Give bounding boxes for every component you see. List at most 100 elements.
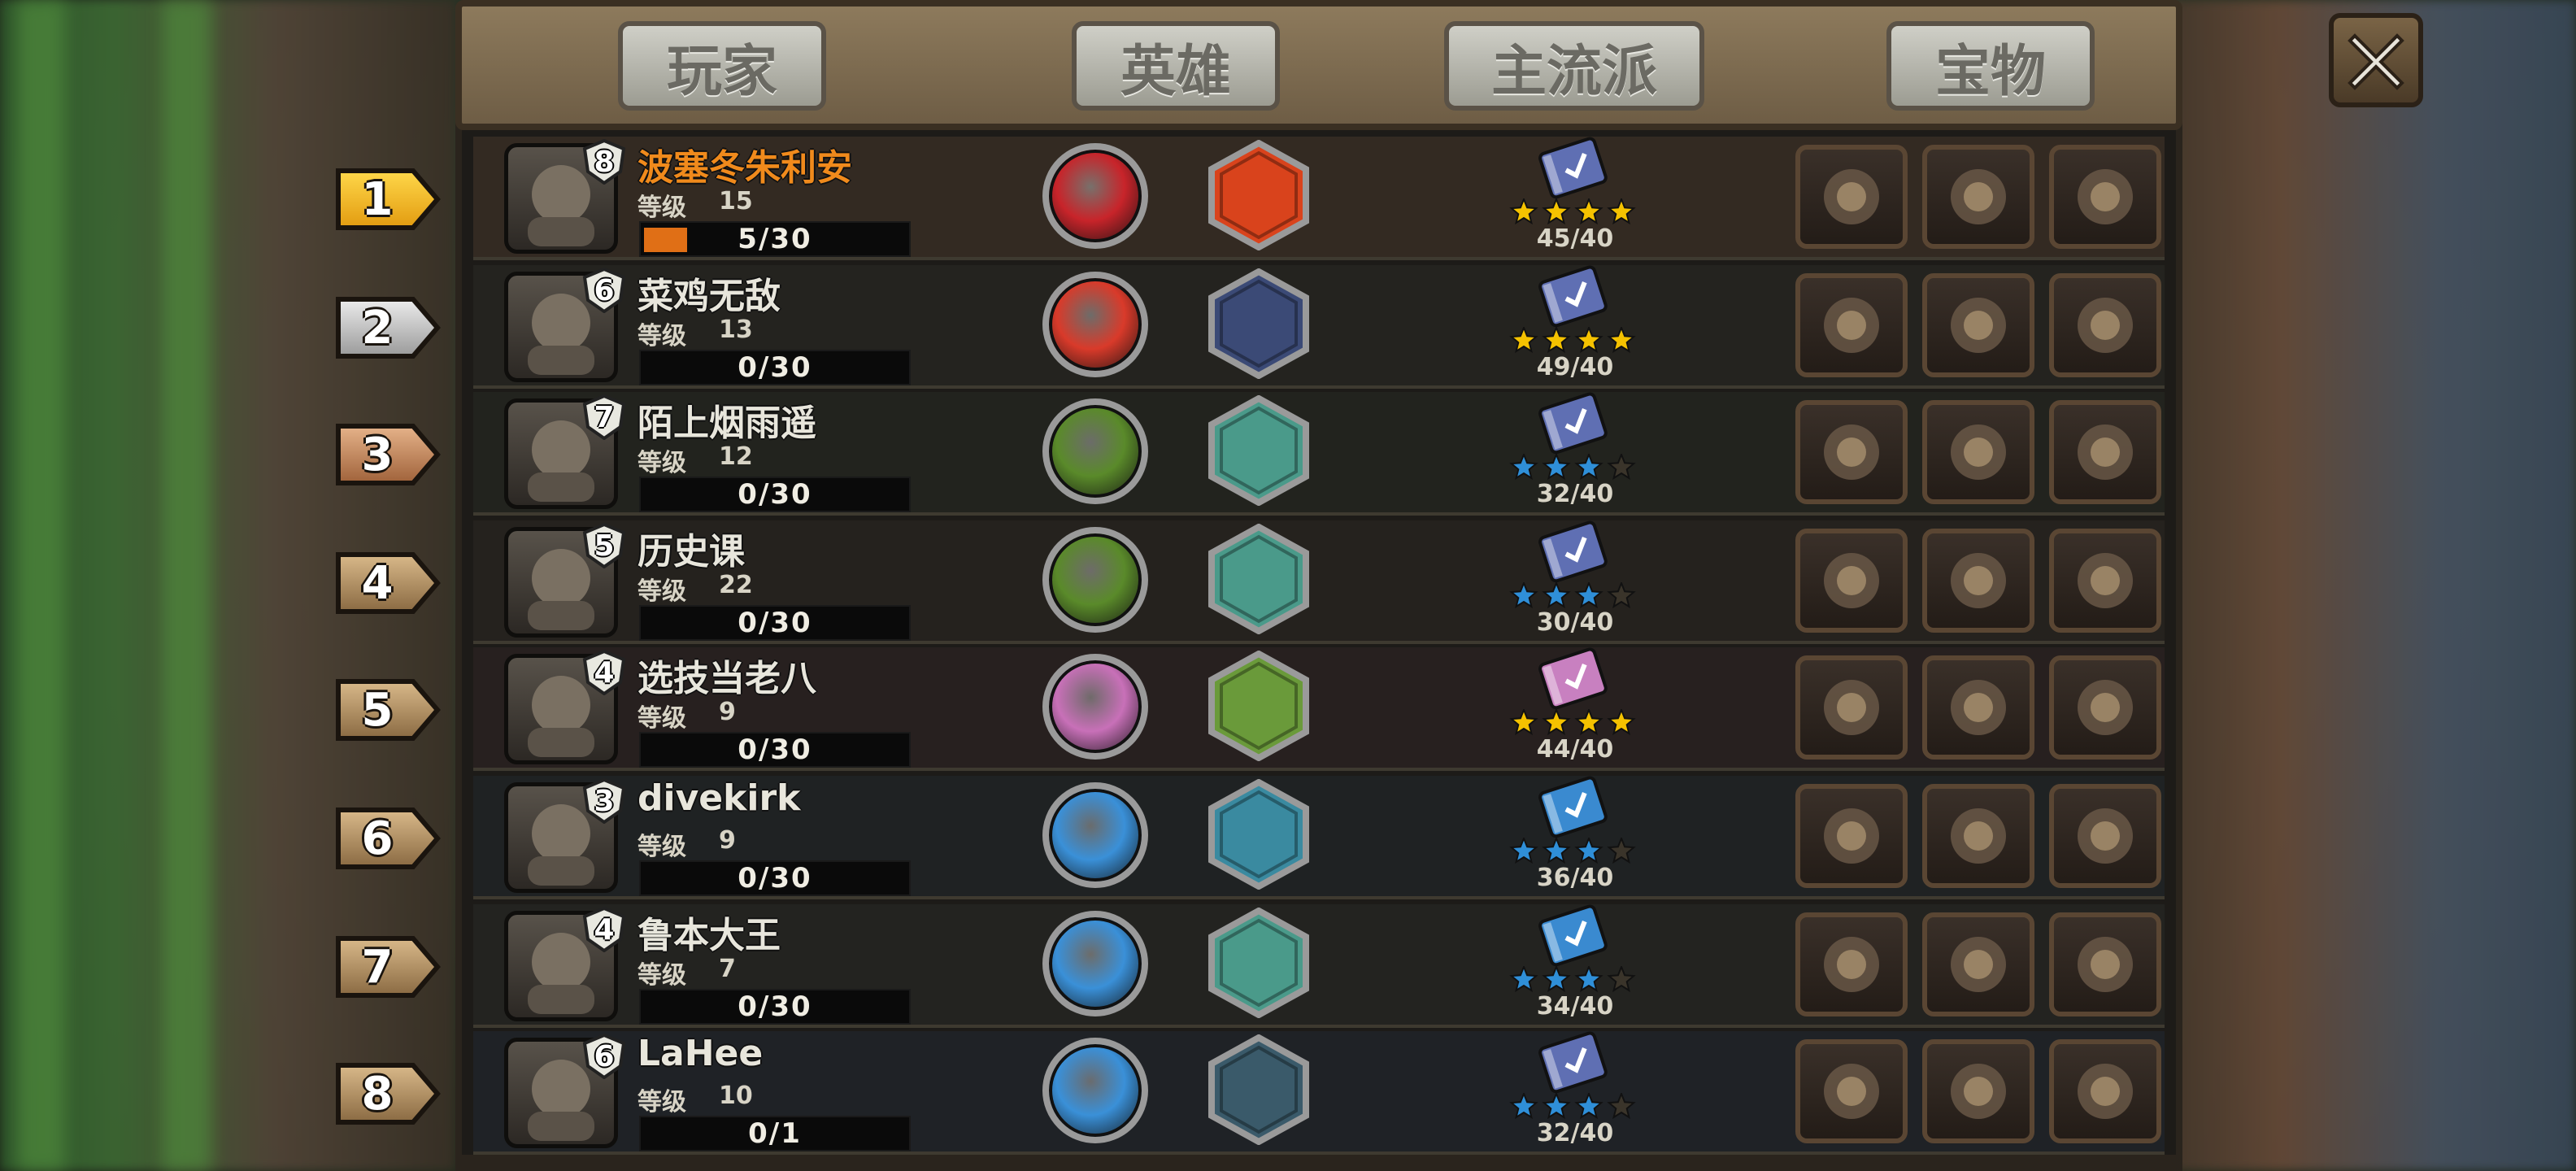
rank-number: 1 [361, 172, 394, 226]
player-name: 选技当老八 [637, 658, 816, 699]
gear-icon[interactable] [1922, 529, 2034, 633]
book-icon [1532, 520, 1617, 586]
rank-badge: 7 [335, 932, 441, 1002]
wind-icon[interactable] [1203, 907, 1314, 1019]
player-name: 鲁本大王 [637, 915, 781, 956]
lightning-orb-icon[interactable] [1042, 1038, 1148, 1143]
hexagon-frame [1208, 778, 1309, 890]
tab-main-faction[interactable]: 主流派 [1444, 21, 1704, 111]
gift-icon[interactable] [1795, 529, 1908, 633]
avatar[interactable]: 8 [504, 138, 626, 254]
player-name: 菜鸡无敌 [637, 276, 781, 317]
level-label: 等级 [637, 449, 686, 477]
star-icon [1509, 1091, 1538, 1120]
rank-number: 4 [361, 556, 394, 610]
hexagon-frame [1208, 1034, 1309, 1146]
sword-icon[interactable] [2049, 1039, 2161, 1143]
dragon-icon[interactable] [1922, 784, 2034, 888]
rating-stars [1508, 707, 1638, 737]
rose-icon[interactable] [1795, 1039, 1908, 1143]
staff-icon[interactable] [1795, 912, 1908, 1016]
gauntlet-icon[interactable] [1922, 655, 2034, 760]
boot-icon[interactable] [1042, 272, 1148, 377]
star-icon [1574, 707, 1603, 736]
progress-text: 0/30 [738, 607, 812, 639]
pink-orb-icon[interactable] [1042, 654, 1148, 760]
level-label: 等级 [637, 833, 686, 861]
player-name: LaHee [637, 1033, 764, 1074]
rank-badge: 4 [335, 548, 441, 618]
wind-icon[interactable] [1203, 394, 1314, 507]
avatar-level-number: 8 [594, 145, 615, 179]
avatar[interactable]: 3 [504, 777, 626, 893]
rank-number: 2 [361, 301, 394, 355]
score-text: 30/40 [1536, 608, 1614, 637]
rating-stars [1508, 836, 1638, 865]
player-name: 历史课 [637, 531, 745, 572]
tornado-icon[interactable] [1203, 268, 1314, 380]
shield-icon[interactable] [2049, 400, 2161, 504]
star-icon [1509, 452, 1538, 481]
armor-icon[interactable] [1922, 400, 2034, 504]
star-icon [1607, 707, 1636, 736]
rank-badge: 1 [335, 164, 441, 234]
heart-orb-icon[interactable] [1042, 782, 1148, 888]
star-icon [1542, 452, 1571, 481]
medallion-icon[interactable] [1795, 784, 1908, 888]
rank-badge: 3 [335, 420, 441, 490]
scales-icon[interactable] [1922, 912, 2034, 1016]
player-name: 波塞冬朱利安 [637, 147, 852, 189]
avatar[interactable]: 6 [504, 267, 626, 382]
tab-player[interactable]: 玩家 [618, 21, 826, 111]
avatar[interactable]: 4 [504, 906, 626, 1021]
panel-bottom-edge [455, 1155, 2182, 1171]
level-value: 13 [719, 316, 753, 344]
progress-bar: 0/30 [639, 860, 911, 896]
bench-icon[interactable] [1795, 655, 1908, 760]
dragon-head-icon[interactable] [1203, 1034, 1314, 1146]
close-icon [2348, 33, 2404, 90]
ring-icon[interactable] [2049, 145, 2161, 249]
potion-icon[interactable] [1922, 145, 2034, 249]
nature-orb-icon[interactable] [1042, 527, 1148, 633]
book-icon [1532, 392, 1617, 457]
star-icon [1542, 197, 1571, 225]
ice-icon[interactable] [1203, 778, 1314, 890]
progress-text: 0/1 [748, 1117, 802, 1150]
heart-orb-icon[interactable] [1042, 911, 1148, 1016]
staff-icon[interactable] [2049, 655, 2161, 760]
close-button[interactable] [2329, 13, 2423, 107]
avatar[interactable]: 4 [504, 649, 626, 764]
avatar-level-number: 4 [594, 655, 615, 690]
rating-stars [1508, 581, 1638, 610]
hexagon-frame [1208, 268, 1309, 380]
avatar[interactable]: 6 [504, 1033, 626, 1148]
avatar-level-badge: 8 [581, 138, 627, 185]
compass-icon[interactable] [1795, 145, 1908, 249]
avatar-level-badge: 7 [581, 394, 627, 441]
flask-icon[interactable] [2049, 273, 2161, 377]
avatar[interactable]: 5 [504, 522, 626, 638]
rank-badge: 6 [335, 803, 441, 873]
avatar-level-badge: 5 [581, 522, 627, 569]
tome-icon[interactable] [1922, 1039, 2034, 1143]
spellbook-icon[interactable] [2049, 784, 2161, 888]
bomb-icon[interactable] [1203, 139, 1314, 251]
nature-orb-icon[interactable] [1042, 398, 1148, 504]
tab-hero[interactable]: 英雄 [1072, 21, 1280, 111]
spear-icon[interactable] [1795, 400, 1908, 504]
axe-icon[interactable] [1042, 143, 1148, 249]
avatar-level-badge: 6 [581, 1033, 627, 1080]
tab-treasure[interactable]: 宝物 [1886, 21, 2095, 111]
avatar[interactable]: 7 [504, 394, 626, 509]
potion-icon[interactable] [1795, 273, 1908, 377]
progress-text: 0/30 [738, 351, 812, 384]
avatar-level-number: 5 [594, 529, 615, 563]
rating-stars [1508, 452, 1638, 481]
vine-icon[interactable] [1203, 650, 1314, 762]
hat-icon[interactable] [1922, 273, 2034, 377]
tome-icon[interactable] [2049, 912, 2161, 1016]
progress-text: 0/30 [738, 478, 812, 511]
wind-icon[interactable] [1203, 523, 1314, 635]
gift-icon[interactable] [2049, 529, 2161, 633]
